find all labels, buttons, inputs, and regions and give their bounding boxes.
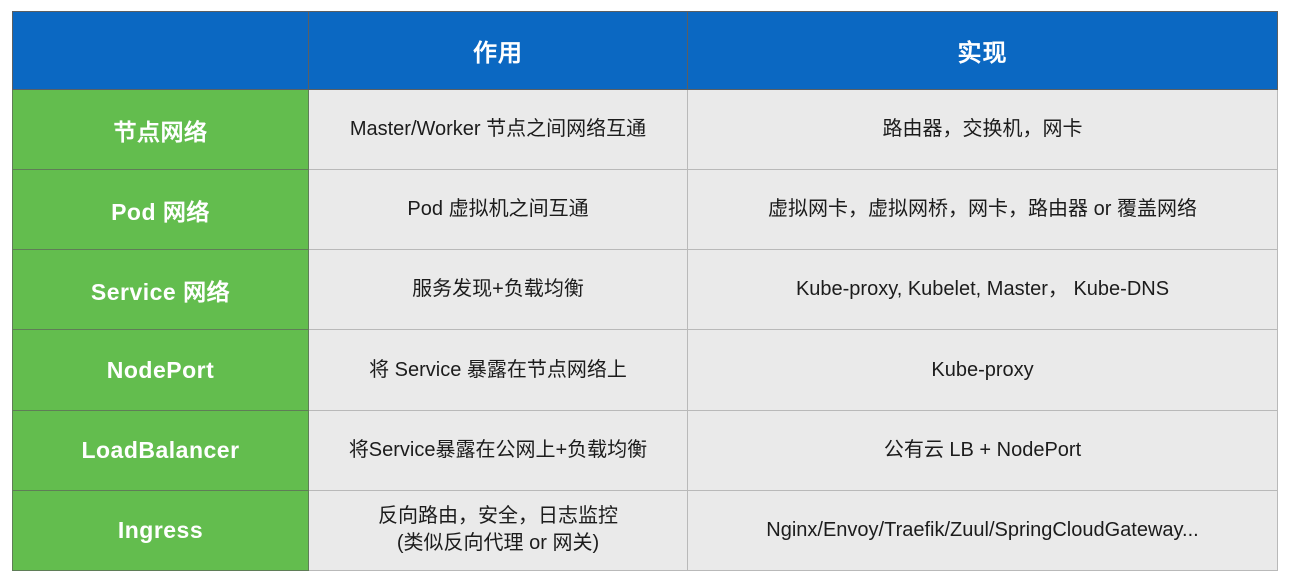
table-row: 节点网络 Master/Worker 节点之间网络互通 路由器，交换机，网卡 [12, 88, 1278, 171]
table-row: Ingress 反向路由，安全，日志监控 (类似反向代理 or 网关) Ngin… [12, 489, 1278, 572]
row-role-loadbalancer: 将Service暴露在公网上+负载均衡 [308, 409, 688, 491]
row-name-ingress: Ingress [12, 489, 309, 572]
row-role-pod-network: Pod 虚拟机之间互通 [308, 169, 688, 251]
header-cell-impl: 实现 [687, 11, 1278, 90]
header-cell-role: 作用 [308, 11, 688, 90]
table-header: 作用 实现 [12, 11, 1278, 90]
table-row: Service 网络 服务发现+负载均衡 Kube-proxy, Kubelet… [12, 249, 1278, 331]
row-name-loadbalancer: LoadBalancer [12, 409, 309, 491]
table-row: Pod 网络 Pod 虚拟机之间互通 虚拟网卡，虚拟网桥，网卡，路由器 or 覆… [12, 169, 1278, 251]
table-body: 节点网络 Master/Worker 节点之间网络互通 路由器，交换机，网卡 P… [12, 88, 1278, 572]
row-name-node-network: 节点网络 [12, 88, 309, 171]
table-row: LoadBalancer 将Service暴露在公网上+负载均衡 公有云 LB … [12, 409, 1278, 491]
row-name-pod-network: Pod 网络 [12, 169, 309, 251]
row-impl-ingress: Nginx/Envoy/Traefik/Zuul/SpringCloudGate… [687, 489, 1278, 572]
row-role-node-network: Master/Worker 节点之间网络互通 [308, 88, 688, 171]
row-role-service-network: 服务发现+负载均衡 [308, 249, 688, 331]
header-cell-blank [12, 11, 309, 90]
row-name-nodeport: NodePort [12, 329, 309, 411]
network-comparison-table-container: 作用 实现 节点网络 Master/Worker 节点之间网络互通 路由器，交换… [12, 11, 1278, 572]
row-name-service-network: Service 网络 [12, 249, 309, 331]
row-role-nodeport: 将 Service 暴露在节点网络上 [308, 329, 688, 411]
row-impl-loadbalancer: 公有云 LB + NodePort [687, 409, 1278, 491]
row-impl-pod-network: 虚拟网卡，虚拟网桥，网卡，路由器 or 覆盖网络 [687, 169, 1278, 251]
row-impl-nodeport: Kube-proxy [687, 329, 1278, 411]
row-impl-service-network: Kube-proxy, Kubelet, Master， Kube-DNS [687, 249, 1278, 331]
row-impl-node-network: 路由器，交换机，网卡 [687, 88, 1278, 171]
table-header-row: 作用 实现 [12, 11, 1278, 90]
table-row: NodePort 将 Service 暴露在节点网络上 Kube-proxy [12, 329, 1278, 411]
row-role-ingress: 反向路由，安全，日志监控 (类似反向代理 or 网关) [308, 489, 688, 572]
network-comparison-table: 作用 实现 节点网络 Master/Worker 节点之间网络互通 路由器，交换… [12, 11, 1278, 572]
